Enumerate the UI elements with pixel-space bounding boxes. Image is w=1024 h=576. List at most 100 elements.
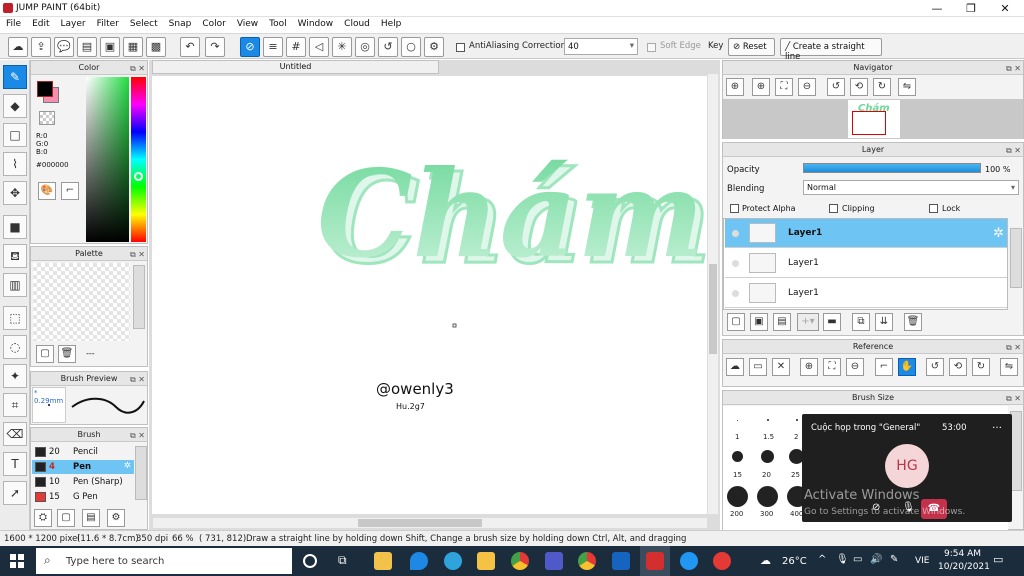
soft-edge-checkbox[interactable] <box>647 43 656 52</box>
redo-icon[interactable]: ↷ <box>205 37 225 57</box>
zalo-icon[interactable] <box>680 552 698 570</box>
panel-controls[interactable]: ⧉ ✕ <box>130 62 145 75</box>
close-button[interactable]: ✕ <box>988 0 1022 17</box>
zoom-in-icon[interactable]: ⊕ <box>726 78 744 96</box>
zoom-icon[interactable]: ⊕ <box>752 78 770 96</box>
rotate-right-icon[interactable]: ↻ <box>972 358 990 376</box>
grid-settings-icon[interactable]: ▩ <box>146 37 166 57</box>
circle-snap-icon[interactable]: ◎ <box>355 37 375 57</box>
speech-icon[interactable]: 💬 <box>54 37 74 57</box>
snap-off-icon[interactable]: ⊘ <box>240 37 260 57</box>
merge-icon[interactable]: ⇊ <box>875 313 893 331</box>
brush-settings-icon[interactable]: ⚙ <box>107 509 125 527</box>
grid-snap-icon[interactable]: # <box>286 37 306 57</box>
viewport-rect[interactable] <box>852 111 886 135</box>
brush-item-pen-sharp[interactable]: 10 Pen (Sharp) <box>32 475 134 489</box>
rectangle-tool-icon[interactable]: □ <box>3 123 27 147</box>
parallel-snap-icon[interactable]: ≡ <box>263 37 283 57</box>
menu-window[interactable]: Window <box>292 17 339 29</box>
cloud-upload-icon[interactable]: ☁ <box>726 358 744 376</box>
perspective-snap-icon[interactable]: ◁ <box>309 37 329 57</box>
brush-menu-icon[interactable]: ▤ <box>82 509 100 527</box>
blending-select[interactable]: Normal ▾ <box>803 180 1019 195</box>
paint-drop-icon[interactable] <box>410 552 428 570</box>
photos-icon[interactable] <box>612 552 630 570</box>
rotate-left-icon[interactable]: ↺ <box>827 78 845 96</box>
menu-edit[interactable]: Edit <box>26 17 54 29</box>
app-icon-red[interactable] <box>713 552 731 570</box>
teams-call-window[interactable]: Cuộc họp trong "General" 53:00 … HG ⊘ 🎙 … <box>802 414 1012 522</box>
weather-temp[interactable]: 26°C <box>782 556 807 567</box>
maximize-button[interactable]: ❐ <box>954 0 988 17</box>
task-view-icon[interactable]: ⧉ <box>338 553 347 568</box>
gear-icon[interactable]: ✲ <box>993 226 1004 241</box>
straight-line-button[interactable]: ╱ Create a straight line <box>780 38 882 62</box>
flip-icon[interactable]: ⇋ <box>898 78 916 96</box>
opacity-slider[interactable] <box>803 163 981 173</box>
curve-snap-icon[interactable]: ↺ <box>378 37 398 57</box>
menu-help[interactable]: Help <box>375 17 407 29</box>
taskbar-active-app[interactable] <box>640 546 670 576</box>
tab-untitled[interactable]: Untitled <box>152 60 439 74</box>
hue-slider[interactable] <box>131 77 146 242</box>
notification-icon[interactable]: ▭ <box>993 553 1003 566</box>
text-tool-icon[interactable]: T <box>3 452 27 476</box>
palette-menu[interactable]: --- <box>86 349 95 358</box>
menu-view[interactable]: View <box>231 17 263 29</box>
fit-icon[interactable]: ⛶ <box>823 358 841 376</box>
menu-color[interactable]: Color <box>196 17 231 29</box>
palette-icon[interactable]: 🎨 <box>38 182 56 200</box>
cloud-icon[interactable]: ☁ <box>8 37 28 57</box>
menu-select[interactable]: Select <box>124 17 163 29</box>
language-indicator[interactable]: VIE <box>915 556 930 566</box>
file-explorer-icon[interactable] <box>477 552 495 570</box>
primary-color-swatch[interactable] <box>37 81 53 97</box>
store-icon[interactable] <box>374 552 392 570</box>
zoom-in-icon[interactable]: ⊕ <box>800 358 818 376</box>
chrome-icon[interactable] <box>511 552 529 570</box>
protect-alpha-checkbox[interactable] <box>730 204 739 213</box>
layer-row[interactable]: Layer1 <box>725 279 1007 308</box>
canvas-vertical-scrollbar[interactable] <box>707 74 718 514</box>
pen-tool-icon[interactable]: ✎ <box>3 65 27 89</box>
cortana-icon[interactable] <box>303 554 317 568</box>
network-icon[interactable]: ▭ <box>853 554 862 565</box>
new-brush-icon[interactable]: ▢ <box>57 509 75 527</box>
rotate-left-icon[interactable]: ↺ <box>926 358 944 376</box>
gradient-tool-icon[interactable]: ▥ <box>3 273 27 297</box>
export-icon[interactable]: ⇪ <box>31 37 51 57</box>
flip-icon[interactable]: ⇋ <box>1000 358 1018 376</box>
new-swatch-icon[interactable]: ▢ <box>36 345 54 363</box>
menu-layer[interactable]: Layer <box>55 17 91 29</box>
trash-icon[interactable]: 🗑 <box>58 345 76 363</box>
layer-add-menu-icon[interactable]: +▾ <box>797 313 819 331</box>
operation-tool-icon[interactable]: ➚ <box>3 481 27 505</box>
lasso-tool-icon[interactable]: ◌ <box>3 335 27 359</box>
fill-shape-tool-icon[interactable]: ■ <box>3 215 27 239</box>
open-folder-icon[interactable]: ▭ <box>749 358 767 376</box>
brush-item-pencil[interactable]: 20 Pencil <box>32 445 134 459</box>
canvas-horizontal-scrollbar[interactable] <box>153 517 707 528</box>
fit-icon[interactable]: ⛶ <box>775 78 793 96</box>
brush-tool-icon[interactable]: ⌇ <box>3 152 27 176</box>
brush-item-pen[interactable]: 4 Pen ✲ <box>32 460 134 474</box>
menu-file[interactable]: File <box>0 17 26 29</box>
volume-icon[interactable]: 🔊 <box>870 554 882 565</box>
document-icon[interactable]: ▤ <box>77 37 97 57</box>
correction-select[interactable]: 40 ▾ <box>564 38 638 55</box>
select-pen-tool-icon[interactable]: ⌗ <box>3 393 27 417</box>
layer-scrollbar[interactable] <box>1010 228 1022 288</box>
panel-controls[interactable]: ⧉ ✕ <box>1006 62 1021 75</box>
palette-scrollbar[interactable] <box>133 265 145 329</box>
eye-icon[interactable] <box>732 230 739 237</box>
magic-wand-tool-icon[interactable]: ✦ <box>3 364 27 388</box>
layer-row[interactable]: Layer1 ✲ <box>725 219 1007 248</box>
layer-page-icon[interactable]: ▤ <box>773 313 791 331</box>
chevron-up-icon[interactable]: ^ <box>818 554 826 565</box>
rotate-right-icon[interactable]: ↻ <box>873 78 891 96</box>
select-eraser-tool-icon[interactable]: ⌫ <box>3 422 27 446</box>
rect-select-tool-icon[interactable]: ⬚ <box>3 306 27 330</box>
brush-folder-icon[interactable]: ⛭ <box>34 509 52 527</box>
menu-cloud[interactable]: Cloud <box>338 17 375 29</box>
zoom-out-icon[interactable]: ⊖ <box>798 78 816 96</box>
